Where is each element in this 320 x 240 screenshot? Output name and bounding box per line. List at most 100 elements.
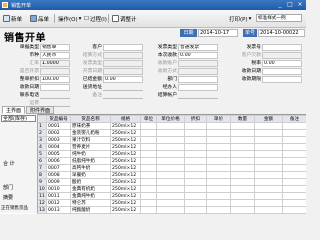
filter-button[interactable]: ☐ 过程(I): [84, 13, 107, 24]
table-cell[interactable]: [184, 136, 207, 144]
table-cell[interactable]: [206, 129, 231, 137]
table-cell[interactable]: [282, 122, 306, 130]
tax-rate-field[interactable]: 税率 0.00: [251, 60, 302, 67]
field-input[interactable]: 0.00: [103, 76, 143, 83]
new-button[interactable]: 新单: [3, 13, 22, 24]
receive-account-field[interactable]: 收款账户: [158, 60, 218, 67]
rate-field[interactable]: 汇率 1.0000: [29, 60, 70, 67]
column-header[interactable]: [37, 115, 47, 123]
table-cell[interactable]: [254, 143, 283, 151]
table-cell[interactable]: [254, 199, 283, 207]
table-row[interactable]: 8 0008 早餐奶 250ml×12: [37, 171, 306, 179]
tab-other[interactable]: 附件界面: [26, 106, 55, 114]
table-cell[interactable]: [282, 150, 306, 158]
table-cell[interactable]: 早餐奶: [70, 171, 111, 179]
table-cell[interactable]: 0012: [46, 199, 71, 207]
table-cell[interactable]: [282, 213, 306, 214]
on-sale-goods-label[interactable]: 正在销售货品: [1, 205, 28, 211]
table-cell[interactable]: [254, 129, 283, 137]
close-button[interactable]: ×: [296, 1, 304, 9]
print-menu[interactable]: 打印(P) ▾: [229, 13, 251, 24]
date-value[interactable]: 2014-10-17: [198, 29, 238, 37]
field-input[interactable]: [178, 84, 218, 91]
table-row[interactable]: 11 0011 金典纯牛奶 250ml×12: [37, 192, 306, 200]
table-cell[interactable]: 高钙牛奶: [70, 164, 111, 172]
invoice-kind-field[interactable]: 发票类型 普通发票: [158, 44, 218, 51]
table-cell[interactable]: [184, 171, 207, 179]
table-row[interactable]: 5 0005 纯牛奶 250ml×12: [37, 150, 306, 158]
field-input[interactable]: [103, 44, 143, 51]
doc-type-field[interactable]: 单据类型 销售单: [20, 44, 70, 51]
table-cell[interactable]: [156, 192, 185, 200]
table-cell[interactable]: [156, 164, 185, 172]
table-cell[interactable]: 250ml×12: [110, 171, 141, 179]
table-cell[interactable]: 1: [37, 122, 47, 130]
due-date-field[interactable]: 收款日期: [242, 68, 302, 75]
receipt-date-field[interactable]: 收款日期: [20, 84, 70, 91]
table-cell[interactable]: [156, 143, 185, 151]
table-cell[interactable]: 250ml×12: [110, 129, 141, 137]
field-input[interactable]: [103, 68, 143, 75]
table-row[interactable]: 2 0002 金装婴儿奶粉 250ml×12: [37, 129, 306, 137]
phone-field[interactable]: 联系电话: [20, 92, 70, 99]
field-input[interactable]: 1.0000: [40, 60, 70, 67]
table-cell[interactable]: [230, 122, 255, 130]
table-cell[interactable]: [230, 136, 255, 144]
table-cell[interactable]: [282, 164, 306, 172]
table-cell[interactable]: 酸奶: [70, 178, 111, 186]
table-cell[interactable]: [184, 129, 207, 137]
table-cell[interactable]: [206, 199, 231, 207]
field-input[interactable]: [40, 92, 70, 99]
table-cell[interactable]: 0002: [46, 129, 71, 137]
table-cell[interactable]: 6: [37, 157, 47, 165]
table-cell[interactable]: [156, 171, 185, 179]
table-cell[interactable]: [230, 206, 255, 214]
table-cell[interactable]: [184, 185, 207, 193]
table-cell[interactable]: [230, 171, 255, 179]
receive-now-field[interactable]: 本次收款 0.00: [158, 52, 218, 59]
paid-amount-field[interactable]: 已结金额 0.00: [83, 76, 143, 83]
table-cell[interactable]: [230, 213, 255, 214]
docno-value[interactable]: 2014-10-00022: [258, 29, 305, 37]
department-field[interactable]: 部门: [167, 76, 218, 83]
table-cell[interactable]: [156, 185, 185, 193]
customer-field[interactable]: 客户: [92, 44, 143, 51]
table-cell[interactable]: [140, 192, 157, 200]
table-cell[interactable]: [254, 157, 283, 165]
field-input[interactable]: [103, 84, 143, 91]
table-cell[interactable]: [156, 206, 185, 214]
table-cell[interactable]: 金典有机奶: [70, 185, 111, 193]
table-cell[interactable]: 2: [37, 129, 47, 137]
table-cell[interactable]: [230, 150, 255, 158]
table-cell[interactable]: 矿泉水: [70, 213, 111, 214]
table-cell[interactable]: 14: [37, 213, 47, 214]
field-input[interactable]: [262, 44, 302, 51]
table-row[interactable]: 6 0006 低脂纯牛奶 250ml×12: [37, 157, 306, 165]
table-cell[interactable]: [140, 178, 157, 186]
import-button[interactable]: 调整计: [112, 13, 137, 24]
table-cell[interactable]: 250ml×12: [110, 164, 141, 172]
table-cell[interactable]: [254, 185, 283, 193]
field-input[interactable]: [40, 68, 70, 75]
invoice-flag-field[interactable]: 是否开票: [20, 68, 70, 75]
handler-field[interactable]: 经办人: [163, 84, 218, 91]
table-cell[interactable]: 550ml×24: [110, 213, 141, 214]
table-cell[interactable]: [230, 164, 255, 172]
column-header[interactable]: 单位价格: [156, 115, 185, 123]
column-header[interactable]: 折扣: [184, 115, 207, 123]
field-input[interactable]: [178, 76, 218, 83]
table-cell[interactable]: 3: [37, 136, 47, 144]
table-cell[interactable]: [206, 192, 231, 200]
table-cell[interactable]: 特仑苏: [70, 199, 111, 207]
table-cell[interactable]: 0001: [46, 122, 71, 130]
table-cell[interactable]: [254, 192, 283, 200]
table-cell[interactable]: [184, 199, 207, 207]
table-cell[interactable]: [156, 178, 185, 186]
table-row[interactable]: 9 0009 酸奶 250ml×12: [37, 178, 306, 186]
settle-account-field[interactable]: 结算帐户: [158, 92, 218, 99]
table-cell[interactable]: 250ml×12: [110, 199, 141, 207]
field-input[interactable]: 0.00: [178, 52, 218, 59]
table-cell[interactable]: [282, 157, 306, 165]
table-cell[interactable]: [206, 171, 231, 179]
field-input[interactable]: [262, 68, 302, 75]
